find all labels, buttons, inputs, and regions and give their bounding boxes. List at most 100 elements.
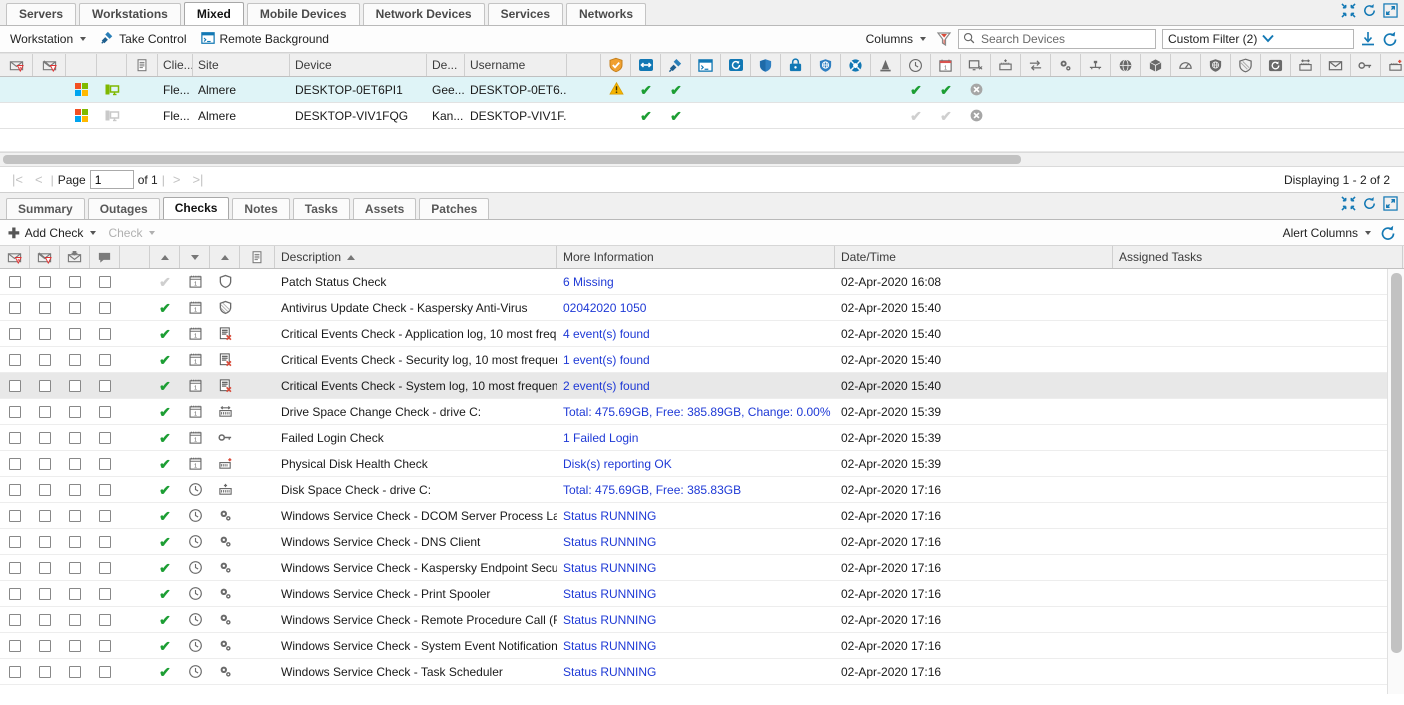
col-monitor-off-icon[interactable] xyxy=(961,54,991,76)
refresh-icon[interactable] xyxy=(1362,3,1377,18)
take-control-button[interactable]: Take Control xyxy=(96,29,190,50)
row-checkbox-3[interactable] xyxy=(60,399,90,425)
device-table-hscrollbar[interactable] xyxy=(0,152,1404,167)
row-checkbox-3[interactable] xyxy=(60,451,90,477)
row-checkbox-4[interactable] xyxy=(90,347,120,373)
row-checkbox-4[interactable] xyxy=(90,451,120,477)
checkbox[interactable] xyxy=(69,432,81,444)
col-network-icon[interactable] xyxy=(1081,54,1111,76)
row-checkbox-3[interactable] xyxy=(60,321,90,347)
col-description[interactable]: Description xyxy=(275,246,557,268)
col-cone-icon[interactable] xyxy=(871,54,901,76)
checkbox[interactable] xyxy=(99,640,111,652)
tab-network-devices[interactable]: Network Devices xyxy=(363,3,485,25)
row-checkbox-1[interactable] xyxy=(0,399,30,425)
col-assigned-tasks[interactable]: Assigned Tasks xyxy=(1113,246,1403,268)
row-checkbox-3[interactable] xyxy=(60,347,90,373)
tab-services[interactable]: Services xyxy=(488,3,563,25)
row-checkbox-1[interactable] xyxy=(0,555,30,581)
col-web-shield2-icon[interactable] xyxy=(1201,54,1231,76)
scrollbar-thumb[interactable] xyxy=(3,155,1021,164)
search-input[interactable] xyxy=(979,31,1151,47)
row-checkbox-3[interactable] xyxy=(60,503,90,529)
checkbox[interactable] xyxy=(9,484,21,496)
cell-more-information[interactable]: Status RUNNING xyxy=(557,503,835,529)
checkbox[interactable] xyxy=(69,276,81,288)
custom-filter-select[interactable]: Custom Filter (2) xyxy=(1162,29,1354,49)
refresh-icon[interactable] xyxy=(1382,31,1398,47)
checkbox[interactable] xyxy=(39,432,51,444)
row-checkbox-3[interactable] xyxy=(60,581,90,607)
col-refresh-blue-icon[interactable] xyxy=(721,54,751,76)
checkbox[interactable] xyxy=(9,328,21,340)
row-checkbox-2[interactable] xyxy=(30,581,60,607)
table-row[interactable]: ✔Windows Service Check - Print SpoolerSt… xyxy=(0,581,1404,607)
checkbox[interactable] xyxy=(9,510,21,522)
col-shield-blue-icon[interactable] xyxy=(751,54,781,76)
checkbox[interactable] xyxy=(69,328,81,340)
tab-patches[interactable]: Patches xyxy=(419,198,489,219)
row-checkbox-4[interactable] xyxy=(90,581,120,607)
row-checkbox-2[interactable] xyxy=(30,295,60,321)
cell-more-information[interactable]: 1 event(s) found xyxy=(557,347,835,373)
row-checkbox-3[interactable] xyxy=(60,529,90,555)
checkbox[interactable] xyxy=(39,588,51,600)
col-alert-mail[interactable] xyxy=(0,54,33,76)
table-row[interactable]: ✔1Physical Disk Health CheckDisk(s) repo… xyxy=(0,451,1404,477)
checkbox[interactable] xyxy=(9,666,21,678)
more-information-link[interactable]: 2 event(s) found xyxy=(563,379,650,393)
col-description[interactable]: De... xyxy=(427,54,465,76)
checkbox[interactable] xyxy=(9,614,21,626)
col-comment-icon[interactable] xyxy=(90,246,120,268)
download-icon[interactable] xyxy=(1360,31,1376,47)
table-row[interactable]: ✔Windows Service Check - System Event No… xyxy=(0,633,1404,659)
prev-page-icon[interactable]: < xyxy=(31,172,47,187)
checkbox[interactable] xyxy=(39,458,51,470)
checkbox[interactable] xyxy=(69,666,81,678)
row-checkbox-1[interactable] xyxy=(0,607,30,633)
row-checkbox-2[interactable] xyxy=(30,425,60,451)
col-datetime[interactable]: Date/Time xyxy=(835,246,1113,268)
row-checkbox-3[interactable] xyxy=(60,477,90,503)
more-information-link[interactable]: 1 event(s) found xyxy=(563,353,650,367)
col-transfer-icon[interactable] xyxy=(1021,54,1051,76)
table-row[interactable]: ✔1Failed Login Check1 Failed Login02-Apr… xyxy=(0,425,1404,451)
checkbox[interactable] xyxy=(39,484,51,496)
checkbox[interactable] xyxy=(69,406,81,418)
more-information-link[interactable]: 02042020 1050 xyxy=(563,301,646,315)
row-checkbox-2[interactable] xyxy=(30,477,60,503)
cell-more-information[interactable]: Total: 475.69GB, Free: 385.89GB, Change:… xyxy=(557,399,835,425)
row-checkbox-4[interactable] xyxy=(90,269,120,295)
col-more-information[interactable]: More Information xyxy=(557,246,835,268)
checkbox[interactable] xyxy=(9,640,21,652)
row-checkbox-3[interactable] xyxy=(60,555,90,581)
checkbox[interactable] xyxy=(99,510,111,522)
checkbox[interactable] xyxy=(39,354,51,366)
col-check-notes[interactable] xyxy=(240,246,275,268)
row-checkbox-1[interactable] xyxy=(0,269,30,295)
workstation-dropdown[interactable]: Workstation xyxy=(6,29,90,50)
cell-more-information[interactable]: Status RUNNING xyxy=(557,633,835,659)
col-backup-lock-icon[interactable] xyxy=(781,54,811,76)
tab-summary[interactable]: Summary xyxy=(6,198,85,219)
more-information-link[interactable]: Status RUNNING xyxy=(563,535,656,549)
checkbox[interactable] xyxy=(9,380,21,392)
col-device-type[interactable] xyxy=(97,54,127,76)
row-checkbox-3[interactable] xyxy=(60,295,90,321)
tab-tasks[interactable]: Tasks xyxy=(293,198,350,219)
cell-more-information[interactable]: Status RUNNING xyxy=(557,555,835,581)
columns-dropdown[interactable]: Columns xyxy=(862,29,930,50)
more-information-link[interactable]: Status RUNNING xyxy=(563,509,656,523)
tab-servers[interactable]: Servers xyxy=(6,3,76,25)
checkbox[interactable] xyxy=(9,432,21,444)
more-information-link[interactable]: Status RUNNING xyxy=(563,665,656,679)
checkbox[interactable] xyxy=(99,536,111,548)
row-checkbox-2[interactable] xyxy=(30,503,60,529)
row-checkbox-2[interactable] xyxy=(30,555,60,581)
col-package-icon[interactable] xyxy=(1141,54,1171,76)
col-gears-icon[interactable] xyxy=(1051,54,1081,76)
checkbox[interactable] xyxy=(99,406,111,418)
checkbox[interactable] xyxy=(39,302,51,314)
tab-assets[interactable]: Assets xyxy=(353,198,416,219)
checkbox[interactable] xyxy=(99,432,111,444)
